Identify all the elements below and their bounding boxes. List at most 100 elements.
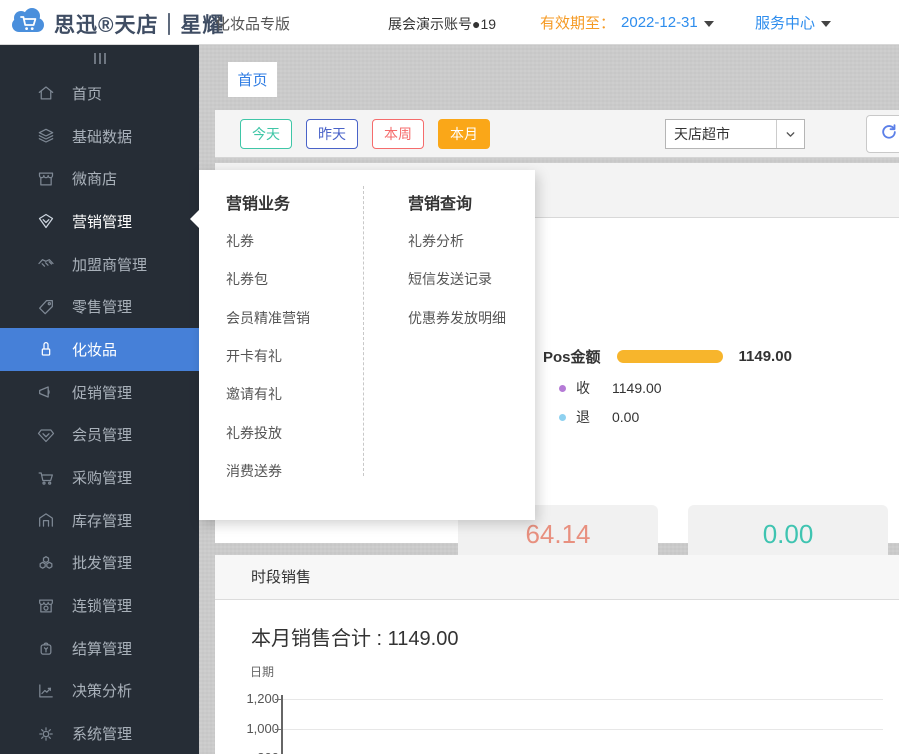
sidebar-item-home[interactable]: 首页 [0, 72, 199, 115]
store-select[interactable]: 天店超市 [665, 119, 805, 149]
sidebar-item-label: 零售管理 [72, 299, 133, 317]
sidebar-item-label: 营销管理 [72, 213, 133, 231]
sidebar-item-inventory[interactable]: 库存管理 [0, 499, 199, 542]
chart-y-axis-line [281, 695, 283, 754]
caret-down-icon [821, 19, 832, 27]
sidebar-item-label: 连锁管理 [72, 598, 133, 616]
flyout-item-coupon-detail[interactable]: 优惠券发放明细 [408, 299, 506, 337]
period-sales-card: 时段销售 本月销售合计 : 1149.00 日期 1,200 1,000 800 [215, 555, 899, 754]
caret-down-icon [703, 19, 714, 27]
chart-gridline [281, 729, 883, 730]
sidebar-item-franchise[interactable]: 加盟商管理 [0, 243, 199, 286]
legend-row-refund: 退 0.00 [559, 407, 639, 427]
refresh-icon [879, 122, 899, 147]
storefront-icon [36, 169, 56, 189]
y-axis-tick: 1,200 [246, 691, 279, 706]
chevron-down-icon [776, 120, 804, 148]
filter-today-button[interactable]: 今天 [240, 119, 292, 149]
period-sales-title: 时段销售 [215, 555, 899, 600]
collapse-sidebar-icon[interactable] [0, 45, 199, 72]
date-filter-group: 今天 昨天 本周 本月 [240, 119, 490, 149]
flyout-item-sms-records[interactable]: 短信发送记录 [408, 260, 506, 298]
sidebar-item-label: 化妆品 [72, 341, 118, 359]
flyout-item-coupon-analysis[interactable]: 礼券分析 [408, 222, 506, 260]
chart-gridline [281, 699, 883, 700]
service-center-label: 服务中心 [755, 15, 816, 32]
sidebar-item-wholesale[interactable]: 批发管理 [0, 542, 199, 585]
legend-label: 收 [576, 380, 590, 396]
filter-month-button[interactable]: 本月 [438, 119, 490, 149]
validity-label: 有效期至： [540, 15, 616, 32]
legend-label: 退 [576, 409, 590, 425]
refresh-button[interactable] [866, 115, 899, 153]
top-header: 思迅®天店｜星耀 化妆品专版 展会演示账号●19 有效期至： 2022-12-3… [0, 0, 899, 45]
sidebar-item-members[interactable]: 会员管理 [0, 414, 199, 457]
sidebar-item-cosmetics[interactable]: 化妆品 [0, 328, 199, 371]
stat-value: 0.00 [762, 519, 814, 549]
filter-toolbar: 今天 昨天 本周 本月 天店超市 [215, 110, 899, 158]
flyout-item-new-card-gift[interactable]: 开卡有礼 [226, 337, 363, 375]
megaphone-icon [36, 382, 56, 402]
sidebar-item-label: 批发管理 [72, 555, 133, 573]
stat-value: 64.14 [525, 519, 591, 549]
sidebar-item-label: 会员管理 [72, 427, 133, 445]
received-dot-icon [559, 384, 566, 392]
flyout-item-coupon[interactable]: 礼券 [226, 222, 363, 260]
pos-amount-row: Pos金额 1149.00 [543, 346, 792, 367]
validity-dropdown[interactable]: 有效期至： 2022-12-31 [540, 12, 714, 33]
y-axis-tick: 1,000 [246, 721, 279, 736]
sidebar-item-chain[interactable]: 连锁管理 [0, 584, 199, 627]
lipstick-icon [36, 339, 56, 359]
tab-home[interactable]: 首页 [228, 62, 277, 97]
pos-amount-bar [616, 350, 723, 363]
sidebar-item-label: 首页 [72, 85, 103, 103]
flyout-item-invite-gift[interactable]: 邀请有礼 [226, 375, 363, 413]
sidebar-item-settlement[interactable]: 结算管理 [0, 627, 199, 670]
pos-amount-label: Pos金额 [543, 349, 601, 366]
gear-icon [36, 724, 56, 744]
edition-label: 化妆品专版 [215, 16, 291, 33]
sidebar-item-label: 加盟商管理 [72, 256, 148, 274]
marketing-badge-icon [36, 211, 56, 231]
warehouse-icon [36, 510, 56, 530]
sidebar-item-label: 基础数据 [72, 128, 133, 146]
sidebar-item-promotion[interactable]: 促销管理 [0, 371, 199, 414]
store-select-value: 天店超市 [674, 126, 730, 142]
month-sales-total: 本月销售合计 : 1149.00 [251, 628, 459, 650]
sidebar-item-label: 促销管理 [72, 384, 133, 402]
y-axis-tick: 800 [227, 750, 279, 754]
money-pouch-icon [36, 638, 56, 658]
sidebar-item-system[interactable]: 系统管理 [0, 712, 199, 754]
filter-yesterday-button[interactable]: 昨天 [306, 119, 358, 149]
sidebar-item-micro-shop[interactable]: 微商店 [0, 157, 199, 200]
sidebar-item-analysis[interactable]: 决策分析 [0, 670, 199, 713]
sidebar-item-label: 决策分析 [72, 683, 133, 701]
sidebar-item-label: 结算管理 [72, 640, 133, 658]
handshake-icon [36, 254, 56, 274]
refund-dot-icon [559, 413, 566, 421]
flyout-column-title: 营销业务 [226, 196, 291, 213]
cart-icon [36, 468, 56, 488]
filter-week-button[interactable]: 本周 [372, 119, 424, 149]
account-label: 展会演示账号●19 [388, 16, 497, 32]
flyout-item-coupon-pack[interactable]: 礼券包 [226, 260, 363, 298]
chart-x-axis-title: 日期 [250, 665, 275, 679]
legend-value: 0.00 [612, 409, 640, 425]
service-center-dropdown[interactable]: 服务中心 [755, 12, 832, 33]
flyout-item-coupon-delivery[interactable]: 礼券投放 [226, 413, 363, 451]
sidebar-item-basic-data[interactable]: 基础数据 [0, 115, 199, 158]
member-diamond-icon [36, 425, 56, 445]
sidebar-item-label: 微商店 [72, 171, 118, 189]
sidebar-item-label: 库存管理 [72, 512, 133, 530]
validity-date: 2022-12-31 [621, 14, 698, 31]
sidebar-item-label: 采购管理 [72, 470, 133, 488]
sidebar-item-retail[interactable]: 零售管理 [0, 285, 199, 328]
pos-amount-value: 1149.00 [738, 348, 792, 365]
sidebar-item-label: 系统管理 [72, 726, 133, 744]
flyout-item-precise-marketing[interactable]: 会员精准营销 [226, 299, 363, 337]
flyout-arrow [190, 210, 199, 228]
sidebar-item-purchase[interactable]: 采购管理 [0, 456, 199, 499]
flyout-item-purchase-coupon[interactable]: 消费送券 [226, 452, 363, 490]
sidebar-item-marketing[interactable]: 营销管理 [0, 200, 199, 243]
flyout-divider [363, 186, 364, 476]
